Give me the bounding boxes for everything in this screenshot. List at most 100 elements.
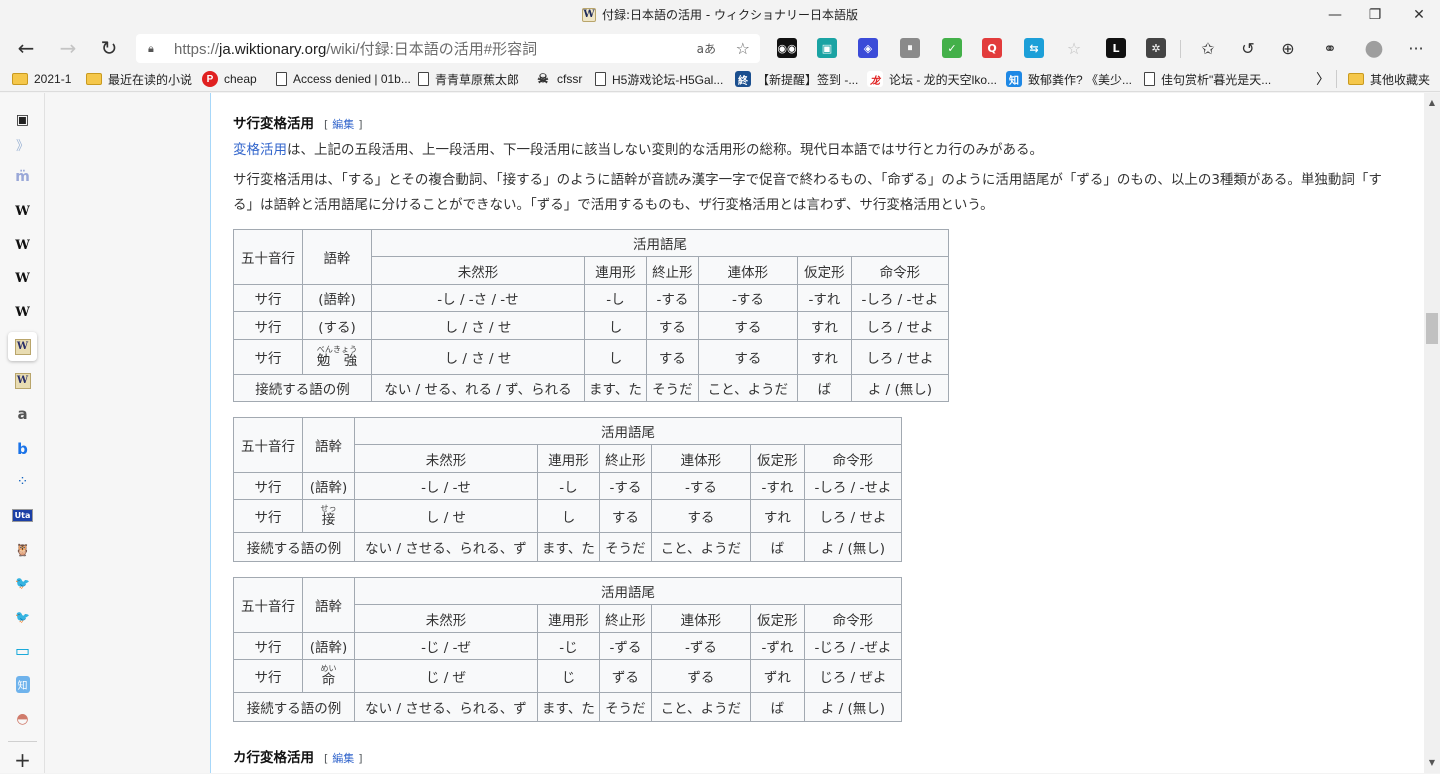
back-button[interactable]: ← — [10, 33, 42, 63]
cell-example: よ / (無し) — [803, 692, 902, 722]
sidebar-item-bing[interactable]: b — [8, 434, 37, 463]
bookmark-item[interactable]: 終【新提醒】签到 -... — [735, 70, 858, 88]
scroll-down-arrow[interactable]: ▼ — [1427, 759, 1437, 767]
bookmark-item[interactable]: Pcheap — [202, 70, 257, 88]
sidebar-item-twitter-1[interactable]: 🐦 — [8, 568, 37, 597]
wikipedia-icon: W — [15, 204, 30, 219]
cell-example: そうだ — [645, 374, 699, 402]
sidebar-item-m[interactable]: m̈ — [8, 162, 37, 191]
read-aloud-icon[interactable]: aあ — [697, 40, 716, 57]
header-form: 連用形 — [584, 256, 647, 285]
table-row-examples: 接続する語の例 ない / せる、れる / ず、られる ます、た そうだ こと、ようだばよ… — [233, 374, 949, 402]
l-ext-icon[interactable]: L — [1106, 38, 1126, 58]
sidebar-item-wikipedia-2[interactable]: W — [8, 231, 37, 260]
lock-icon[interactable]: 🔒︎ — [148, 42, 160, 56]
sidebar-item-dots[interactable]: ⁘ — [8, 467, 37, 496]
header-form: 終止形 — [645, 256, 699, 285]
header-form: 仮定形 — [749, 604, 805, 633]
bookmarks-overflow-button[interactable]: 〉 — [1316, 70, 1330, 88]
table-row: サ行 (語幹) -し / -さ / -せ -し -する -する -すれ -しろ / -せよ — [233, 284, 949, 312]
refresh-button[interactable]: ↻ — [93, 33, 125, 63]
cell-ending: -すれ — [749, 472, 805, 500]
header-form: 命令形 — [850, 256, 949, 285]
sidebar-item-amazon[interactable]: a — [8, 399, 37, 428]
bookmark-item[interactable]: 龙论坛 - 龙的天空lko... — [867, 70, 997, 88]
cell-ending: し — [584, 311, 647, 340]
bookmark-item[interactable]: ☠ cfssr — [535, 70, 582, 88]
scroll-thumb[interactable] — [1426, 313, 1438, 344]
m-icon: m̈ — [15, 168, 30, 185]
sidebar-item-avatar[interactable]: ◓ — [8, 704, 37, 733]
edge-sidebar: ▣ 》 m̈ W W W W W Wa b ⁘ Uta 🦉 🐦 🐦 ▭ 知 ◓ + — [0, 93, 45, 773]
sidebar-item-twitter-2[interactable]: 🐦 — [8, 602, 37, 631]
header-form: 仮定形 — [749, 444, 805, 473]
header-form: 連体形 — [650, 604, 751, 633]
share-icon[interactable]: ⚭ — [1314, 33, 1346, 63]
cell-ending: する — [697, 339, 798, 375]
history-icon[interactable]: ↺ — [1232, 33, 1264, 63]
sidebar-item-books[interactable]: 》 — [8, 130, 37, 159]
bookmark-label: H5游戏论坛-H5Gal... — [612, 72, 724, 87]
wiktionary-icon: W — [14, 372, 31, 389]
translate-icon[interactable]: ⇆ — [1024, 38, 1044, 58]
header-ending: 活用語尾 — [371, 229, 949, 257]
profile-avatar[interactable]: ● — [1358, 33, 1390, 63]
sidebar-item-bilibili[interactable]: ▭ — [8, 636, 37, 665]
save-icon[interactable]: ▣ — [817, 38, 837, 58]
cell-ending: -しろ / -せよ — [803, 472, 902, 500]
cell-example: ます、た — [537, 532, 600, 562]
paused-extension-icon[interactable]: ⏸ — [900, 38, 920, 58]
zhihu-icon: 知 — [15, 676, 30, 693]
henkaku-katsuyo-link[interactable]: 変格活用 — [233, 142, 287, 158]
sidebar-item-wiktionary[interactable]: W — [8, 366, 37, 395]
address-bar[interactable]: 🔒︎ https://ja.wiktionary.org/wiki/付録:日本語… — [136, 34, 760, 63]
bookmark-item[interactable]: 知致郁粪作? 《美少... — [1006, 70, 1132, 88]
url-text[interactable]: https://ja.wiktionary.org/wiki/付録:日本語の活用… — [174, 38, 537, 59]
star-ext-icon[interactable]: ☆ — [1064, 38, 1084, 58]
search-ext-icon[interactable]: Q — [982, 38, 1002, 58]
sidebar-item-uta[interactable]: Uta — [8, 501, 37, 530]
adguard-icon[interactable]: ✓ — [942, 38, 962, 58]
sidebar-item-wikipedia-3[interactable]: W — [8, 264, 37, 293]
sidebar-item-wiktionary-active[interactable]: W — [8, 332, 37, 361]
bookmarks-bar: 2021-1 最近在读的小说 Pcheap Access denied | 01b..… — [0, 66, 1440, 92]
add-favorite-icon[interactable]: ☆ — [736, 39, 750, 58]
sidebar-add-button[interactable]: + — [8, 745, 37, 774]
extensions-puzzle-icon[interactable]: ✲ — [1146, 38, 1166, 58]
table-header-row: 五十音行 語幹 活用語尾 — [233, 229, 949, 285]
wikipedia-icon: W — [15, 271, 30, 286]
stem-ruby: 接せっ — [321, 504, 337, 528]
twitter-2-icon: 🐦 — [15, 609, 30, 624]
sidebar-item-wikipedia-4[interactable]: W — [8, 298, 37, 327]
favorites-icon[interactable]: ✩ — [1192, 33, 1224, 63]
conjugation-table: 五十音行 語幹 活用語尾 未然形 連用形 終止形 連体形 仮定形 命令形 サ行 (語幹) -し / -… — [233, 229, 949, 402]
sidebar-item-zhihu[interactable]: 知 — [8, 670, 37, 699]
site-favicon-icon: P — [202, 71, 218, 87]
restore-button[interactable]: ❐ — [1352, 0, 1398, 30]
tampermonkey-icon[interactable]: ◉◉ — [777, 38, 797, 58]
bookmark-other-folder[interactable]: 其他收藏夹 — [1348, 70, 1430, 88]
edit-section-link[interactable]: 編集 — [332, 752, 354, 765]
header-form: 連体形 — [697, 256, 798, 285]
sidebar-item-owl[interactable]: 🦉 — [8, 535, 37, 564]
bookmark-item[interactable]: 最近在读的小说 — [86, 70, 192, 88]
bookmark-label: 【新提醒】签到 -... — [757, 72, 859, 87]
bookmark-item[interactable]: 佳句赏析"暮光是天... — [1144, 70, 1271, 88]
forward-button[interactable]: → — [52, 33, 84, 63]
bookmark-label: 最近在读的小说 — [108, 72, 193, 87]
collections-icon[interactable]: ⊕ — [1272, 33, 1304, 63]
bookmark-item[interactable]: Access denied | 01b... — [276, 70, 411, 88]
more-menu-icon[interactable]: ··· — [1400, 33, 1432, 63]
bookmark-item[interactable]: 2021-1 — [12, 70, 71, 88]
cell-ending: -すれ — [796, 284, 852, 312]
scroll-up-arrow[interactable]: ▲ — [1427, 99, 1437, 107]
bookmark-item[interactable]: H5游戏论坛-H5Gal... — [595, 70, 723, 88]
sidebar-item-wikipedia-1[interactable]: W — [8, 197, 37, 226]
cube-icon[interactable]: ◈ — [858, 38, 878, 58]
close-button[interactable]: ✕ — [1396, 0, 1440, 30]
vertical-scrollbar[interactable]: ▲ ▼ — [1424, 93, 1440, 773]
bookmark-item[interactable]: 青青草原蕉太郎 — [418, 70, 519, 88]
edit-section-link[interactable]: 編集 — [332, 118, 354, 131]
header-form: 未然形 — [354, 444, 538, 473]
cell-ending: すれ — [749, 499, 805, 533]
